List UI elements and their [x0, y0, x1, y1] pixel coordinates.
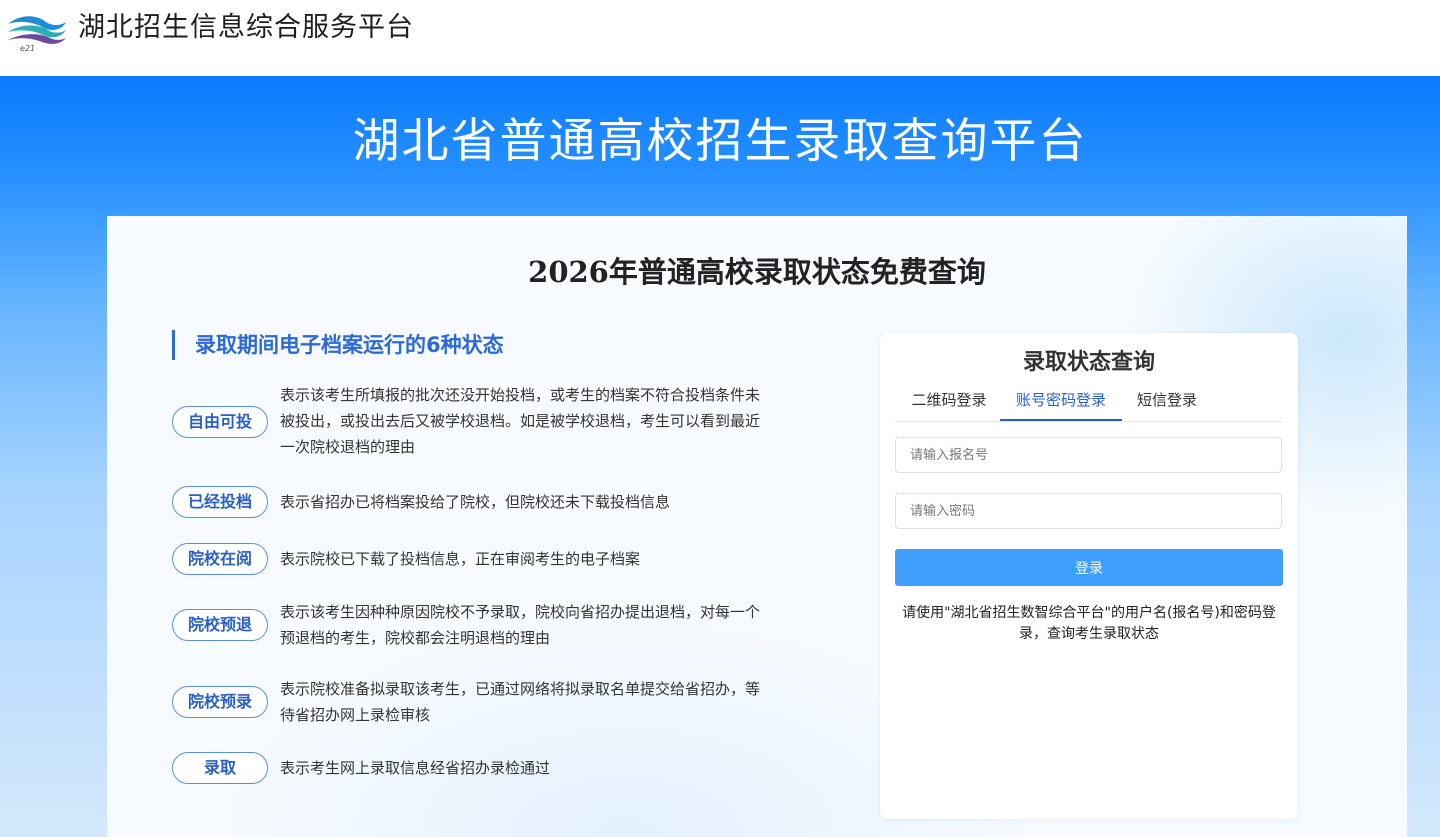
status-row: 自由可投 表示该考生所填报的批次还没开始投档，或考生的档案不符合投档条件未被投出… — [172, 382, 872, 462]
status-pill-submitted: 已经投档 — [172, 486, 268, 518]
login-tip: 请使用"湖北省招生数智综合平台"的用户名(报名号)和密码登录，查询考生录取状态 — [902, 605, 1276, 642]
status-description: 表示该考生所填报的批次还没开始投档，或考生的档案不符合投档条件未被投出，或投出去… — [280, 386, 761, 456]
status-description: 表示考生网上录取信息经省招办录检通过 — [280, 759, 551, 777]
status-pill-reviewing: 院校在阅 — [172, 543, 268, 575]
status-row: 院校预录 表示院校准备拟录取该考生，已通过网络将拟录取名单提交给省招办，等待省招… — [172, 676, 872, 728]
status-pill-pre-withdraw: 院校预退 — [172, 609, 268, 641]
login-tabs: 二维码登录 账号密码登录 短信登录 — [895, 387, 1283, 422]
status-pill-admitted: 录取 — [172, 752, 268, 784]
status-row: 院校预退 表示该考生因种种原因院校不予录取，院校向省招办提出退档，对每一个预退档… — [172, 599, 872, 651]
status-description: 表示院校已下载了投档信息，正在审阅考生的电子档案 — [280, 550, 641, 568]
top-header: e21 湖北招生信息综合服务平台 — [0, 0, 1440, 76]
status-row: 录取 表示考生网上录取信息经省招办录检通过 — [172, 752, 872, 784]
status-description: 表示省招办已将档案投给了院校，但院校还未下载投档信息 — [280, 493, 671, 511]
status-pill-pre-admit: 院校预录 — [172, 686, 268, 718]
card-title: 2026年普通高校录取状态免费查询 — [528, 255, 986, 289]
login-panel: 录取状态查询 二维码登录 账号密码登录 短信登录 登录 请使用"湖北省招生数智综… — [880, 333, 1298, 819]
main-card: 2026年普通高校录取状态免费查询 录取期间电子档案运行的6种状态 自由可投 表… — [107, 216, 1407, 837]
registration-number-input[interactable] — [895, 437, 1282, 473]
login-title: 录取状态查询 — [1022, 350, 1155, 375]
e21-logo-icon[interactable]: e21 — [6, 10, 68, 52]
section-heading: 录取期间电子档案运行的6种状态 — [172, 330, 504, 360]
hero-title: 湖北省普通高校招生录取查询平台 — [352, 114, 1088, 169]
tab-password-login[interactable]: 账号密码登录 — [1000, 387, 1122, 421]
status-description: 表示院校准备拟录取该考生，已通过网络将拟录取名单提交给省招办，等待省招办网上录检… — [280, 680, 761, 724]
svg-text:e21: e21 — [20, 44, 35, 52]
password-input[interactable] — [895, 493, 1282, 529]
status-row: 已经投档 表示省招办已将档案投给了院校，但院校还未下载投档信息 — [172, 486, 872, 518]
status-row: 院校在阅 表示院校已下载了投档信息，正在审阅考生的电子档案 — [172, 543, 872, 575]
login-button[interactable]: 登录 — [895, 549, 1283, 586]
tab-qrcode-login[interactable]: 二维码登录 — [907, 387, 991, 421]
tab-sms-login[interactable]: 短信登录 — [1135, 387, 1199, 421]
status-pill-free: 自由可投 — [172, 406, 268, 438]
status-description: 表示该考生因种种原因院校不予录取，院校向省招办提出退档，对每一个预退档的考生，院… — [280, 603, 761, 647]
site-name[interactable]: 湖北招生信息综合服务平台 — [78, 10, 414, 46]
